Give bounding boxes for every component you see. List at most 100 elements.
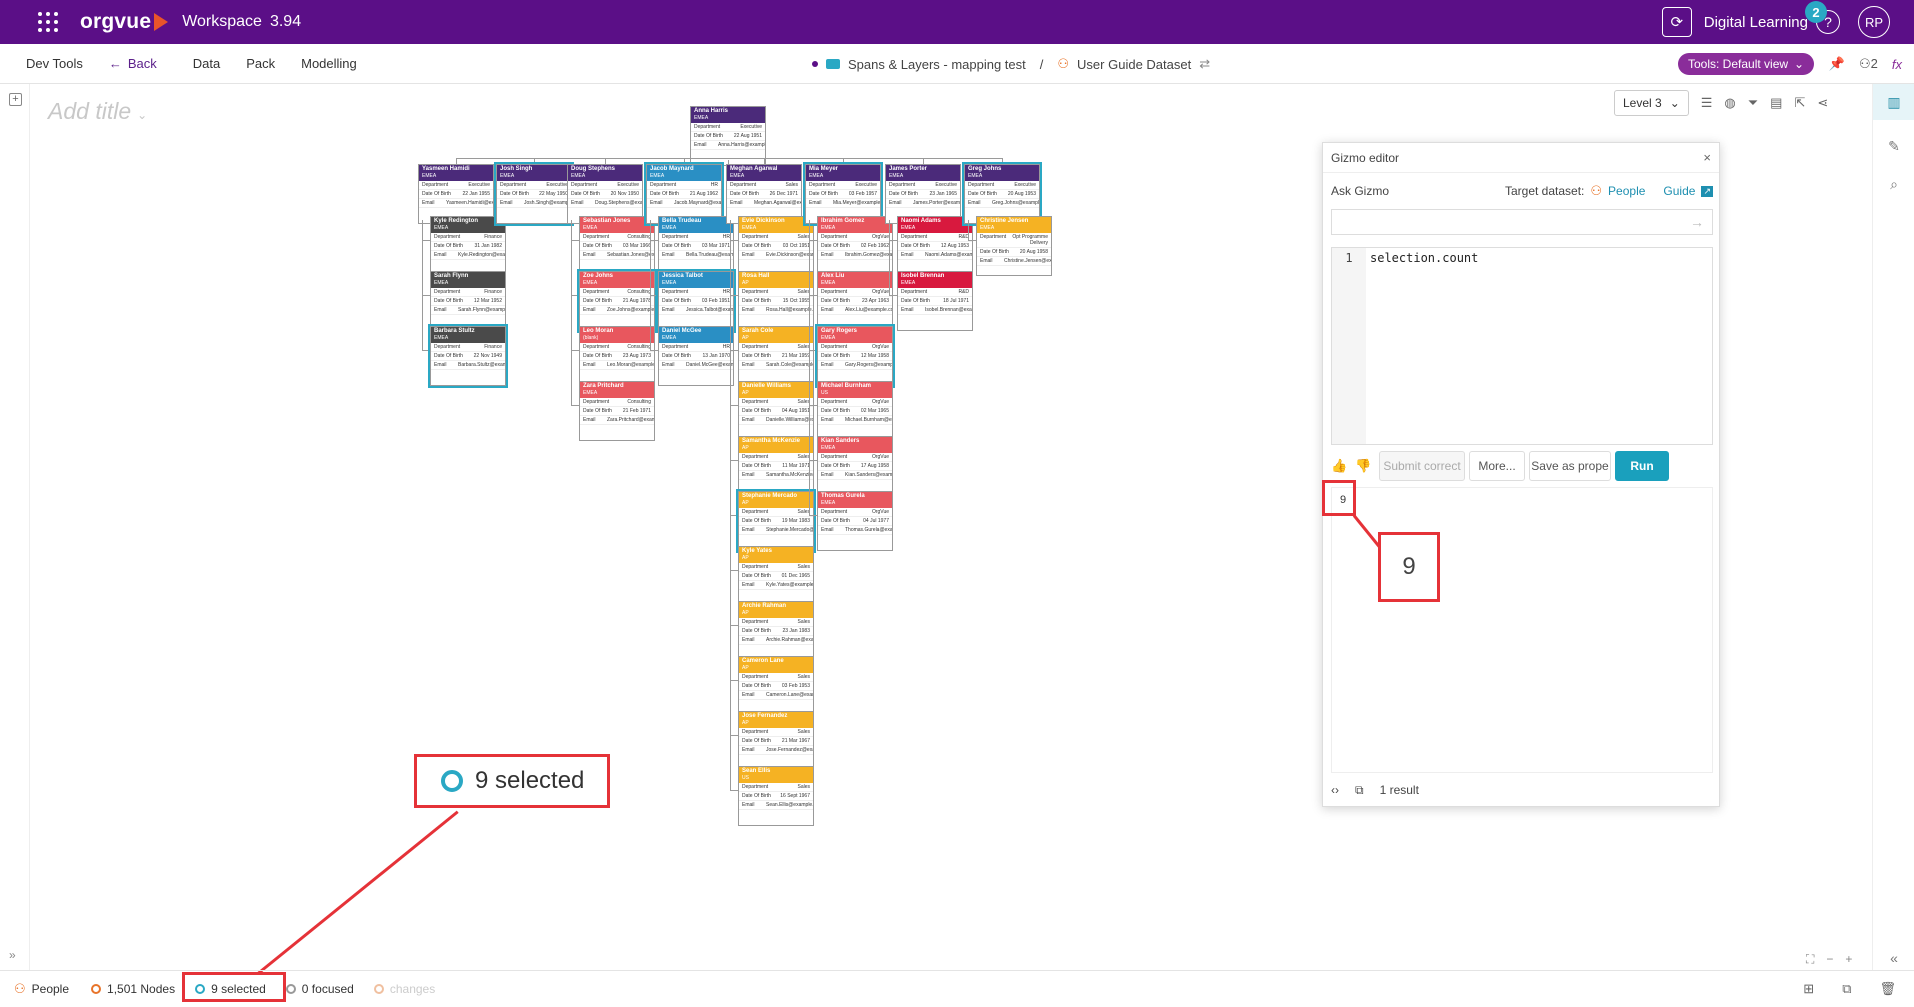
org-card-report[interactable]: Gary Rogers EMEA Department OrgVue Date Of B… — [815, 324, 895, 388]
back-button[interactable]: ← Back — [109, 56, 157, 71]
org-card-report[interactable]: Zara Pritchard EMEA Department Consulting Da… — [579, 381, 655, 441]
org-card-report[interactable]: Jessica Talbot EMEA Department HR Date Of Bi… — [656, 269, 736, 333]
org-card-report[interactable]: Sean Ellis US Department Sales Date Of Birth… — [738, 766, 814, 826]
copy-icon[interactable]: ⧉ — [1842, 981, 1851, 997]
org-card-report[interactable]: Kian Sanders EMEA Department OrgVue Date Of … — [817, 436, 893, 496]
chart-icon[interactable]: ▥ — [1873, 84, 1914, 120]
org-card-report[interactable]: Evie Dickinson EMEA Department Sales Date Of… — [738, 216, 814, 276]
org-card-lead[interactable]: Doug Stephens EMEA Department Executive Date… — [567, 164, 643, 224]
save-as-property-button[interactable]: Save as prope — [1529, 451, 1611, 481]
list-icon[interactable]: ☰ — [1701, 95, 1713, 111]
status-changes[interactable]: changes — [373, 982, 435, 996]
refresh-icon[interactable]: ⇄ — [1199, 56, 1210, 72]
digital-learning-link[interactable]: Digital Learning — [1704, 14, 1808, 31]
sync-icon[interactable]: ⟳ — [1661, 7, 1692, 37]
menu-data[interactable]: Data — [193, 56, 220, 71]
status-focused[interactable]: 0 focused — [285, 982, 354, 996]
menu-dev-tools[interactable]: Dev Tools — [26, 56, 83, 71]
status-dataset[interactable]: ⚇ People — [14, 981, 69, 997]
breadcrumb-dataset[interactable]: User Guide Dataset — [1077, 57, 1191, 72]
ask-gizmo-input[interactable]: → — [1331, 209, 1713, 235]
expand-icon[interactable]: » — [9, 948, 16, 962]
fx-button[interactable]: fx — [1892, 57, 1902, 72]
more-button[interactable]: More... — [1469, 451, 1525, 481]
org-card-report[interactable]: Archie Rahman AP Department Sales Date Of Bi… — [738, 601, 814, 661]
filter-icon[interactable]: ⏷ — [1748, 95, 1758, 111]
help-icon[interactable]: 2 ? — [1805, 1, 1840, 34]
org-card-lead[interactable]: Josh Singh EMEA Department Executive Date Of… — [494, 162, 574, 226]
org-card-report[interactable]: Bella Trudeau EMEA Department HR Date Of Bir… — [658, 216, 734, 276]
share-icon[interactable]: ⋖ — [1817, 95, 1828, 111]
copy-icon[interactable]: ⧉ — [1355, 783, 1364, 798]
org-card-report[interactable]: Kyle Yates AP Department Sales Date Of Birth… — [738, 546, 814, 606]
submit-correct-button[interactable]: Submit correct — [1379, 451, 1465, 481]
apps-grid-icon[interactable] — [38, 12, 58, 32]
users-count[interactable]: ⚇2 — [1859, 56, 1878, 72]
org-card-report[interactable]: Barbara Stultz EMEA Department Finance Date … — [428, 324, 508, 388]
menu-pack[interactable]: Pack — [246, 56, 275, 71]
org-card-report[interactable]: Rosa Hall AP Department Sales Date Of Birth 1… — [738, 271, 814, 331]
org-card-report[interactable]: Naomi Adams EMEA Department R&D Date Of Birt… — [897, 216, 973, 276]
org-card-report[interactable]: Cameron Lane AP Department Sales Date Of Bir… — [738, 656, 814, 716]
org-card-report[interactable]: Zoe Johns EMEA Department Consulting Date Of… — [577, 269, 657, 333]
search-icon[interactable]: ⌕ — [1873, 166, 1914, 202]
org-card-lead[interactable]: Yasmeen Hamidi EMEA Department Executive Dat… — [418, 164, 494, 224]
org-card-lead[interactable]: Greg Johns EMEA Department Executive Date Of… — [962, 162, 1042, 226]
code-text[interactable]: selection.count — [1370, 251, 1478, 265]
breadcrumb-project[interactable]: Spans & Layers - mapping test — [848, 57, 1026, 72]
pencil-icon[interactable]: ✎ — [1873, 128, 1914, 164]
org-card-report[interactable]: Thomas Gurela EMEA Department OrgVue Date Of… — [817, 491, 893, 551]
run-button[interactable]: Run — [1615, 451, 1669, 481]
add-title-field[interactable]: Add title ⌄ — [48, 98, 147, 125]
org-card-report[interactable]: Isobel Brennan EMEA Department R&D Date Of B… — [897, 271, 973, 331]
palette-icon[interactable]: ◍ — [1724, 95, 1735, 111]
export-icon[interactable]: ⇱ — [1794, 95, 1805, 111]
org-card-report[interactable]: Sarah Flynn EMEA Department Finance Date Of … — [430, 271, 506, 331]
add-icon[interactable]: ⊞ — [1803, 981, 1814, 997]
pin-icon[interactable]: 📌 — [1829, 56, 1845, 72]
org-card-root[interactable]: Anna Harris EMEA Department Executive Date O… — [690, 106, 766, 166]
add-panel-icon[interactable]: + — [9, 93, 22, 106]
menu-modelling[interactable]: Modelling — [301, 56, 357, 71]
fit-icon[interactable]: ⛶ — [1806, 952, 1814, 967]
org-card-lead[interactable]: James Porter EMEA Department Executive Date … — [885, 164, 961, 224]
target-dataset-value[interactable]: People — [1608, 184, 1645, 198]
orgvue-logo[interactable]: orgvue — [80, 10, 169, 34]
org-card-report[interactable]: Leo Moran (blank) Department Consulting Date… — [579, 326, 655, 386]
thumbs-down-icon[interactable]: 👎 — [1355, 458, 1375, 474]
send-arrow-icon[interactable]: → — [1690, 214, 1704, 230]
zoom-out-icon[interactable]: − — [1826, 952, 1833, 967]
org-card-report[interactable]: Ibrahim Gomez EMEA Department OrgVue Date Of… — [817, 216, 893, 276]
tools-view-button[interactable]: Tools: Default view ⌄ — [1678, 53, 1815, 75]
org-card-report[interactable]: Sarah Cole AP Department Sales Date Of Birth… — [738, 326, 814, 386]
stack-icon[interactable]: ▤ — [1770, 95, 1782, 111]
code-icon[interactable]: ‹› — [1331, 783, 1339, 797]
card-field: Department Executive — [691, 123, 765, 132]
org-card-report[interactable]: Sebastian Jones EMEA Department Consulting D… — [579, 216, 655, 276]
org-card-lead[interactable]: Jacob Maynard EMEA Department HR Date Of Bir… — [644, 162, 724, 226]
org-card-report[interactable]: Stephanie Mercado AP Department Sales Date O… — [736, 489, 816, 553]
status-selected[interactable]: 9 selected — [195, 982, 266, 996]
org-card-report[interactable]: Michael Burnham US Department OrgVue Date Of… — [817, 381, 893, 441]
org-card-lead[interactable]: Meghan Agarwal EMEA Department Sales Date Of… — [726, 164, 802, 224]
org-card-report[interactable]: Danielle Williams AP Department Sales Date O… — [738, 381, 814, 441]
avatar[interactable]: RP — [1858, 6, 1890, 38]
level-select[interactable]: Level 3 ⌄ — [1614, 90, 1689, 116]
collapse-icon[interactable]: « — [1873, 948, 1914, 968]
org-card-lead[interactable]: Mia Meyer EMEA Department Executive Date Of … — [803, 162, 883, 226]
card-region: EMEA — [980, 225, 995, 231]
org-card-report[interactable]: Daniel McGee EMEA Department HR Date Of Birt… — [658, 326, 734, 386]
external-link-icon[interactable]: ↗ — [1701, 185, 1713, 197]
trash-icon[interactable]: 🗑 — [1879, 981, 1896, 997]
close-icon[interactable]: × — [1703, 150, 1711, 165]
org-card-report[interactable]: Jose Fernandez AP Department Sales Date Of B… — [738, 711, 814, 771]
code-editor[interactable]: 1 selection.count — [1331, 247, 1713, 445]
status-nodes[interactable]: 1,501 Nodes — [91, 982, 175, 996]
org-card-report[interactable]: Samantha McKenzie AP Department Sales Date O… — [738, 436, 814, 496]
org-card-report[interactable]: Christine Jensen EMEA Department Opt Progra… — [976, 216, 1052, 276]
thumbs-up-icon[interactable]: 👍 — [1331, 458, 1351, 474]
zoom-in-icon[interactable]: + — [1845, 952, 1852, 967]
org-card-report[interactable]: Kyle Redington EMEA Department Finance Date … — [430, 216, 506, 276]
guide-link[interactable]: Guide — [1663, 184, 1695, 198]
org-card-report[interactable]: Alex Liu EMEA Department OrgVue Date Of Birt… — [817, 271, 893, 331]
